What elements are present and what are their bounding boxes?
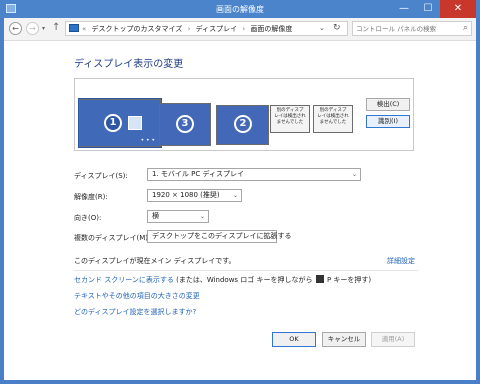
page-title: ディスプレイ表示の変更 <box>74 59 184 70</box>
text-size-link[interactable]: テキストやその他の項目の大きさの変更 <box>74 291 200 301</box>
which-settings-link[interactable]: どのディスプレイ設定を選択しますか? <box>74 307 196 317</box>
cancel-button[interactable]: キャンセル <box>322 332 366 347</box>
ok-button[interactable]: OK <box>272 332 316 347</box>
display-value: 1. モバイル PC ディスプレイ <box>152 170 244 178</box>
chevron-down-icon: ⌄ <box>232 192 238 199</box>
project-hint-prefix: (または、Windows ロゴ キーを押しながら <box>173 276 315 284</box>
undetected-monitor[interactable]: 別のディスプ レイは検出され ませんでした <box>313 105 353 133</box>
back-button[interactable]: ← <box>9 22 22 35</box>
project-hint-suffix: P キーを押す) <box>324 276 372 284</box>
monitor-number: 1 <box>104 114 122 132</box>
search-input[interactable] <box>356 23 456 34</box>
monitor-1[interactable]: 1 • • • <box>78 98 162 148</box>
breadcrumb-personalization[interactable]: デスクトップのカスタマイズ <box>92 25 183 33</box>
client-area: ← → ▾ ↑ « デスクトップのカスタマイズ › ディスプレイ › 画面の解像… <box>4 18 476 380</box>
monitor-arrangement: 1 • • • 3 2 別のディスプ レイは検出され ませんでした 別のディスプ… <box>74 78 414 151</box>
orientation-select[interactable]: 横 ⌄ <box>147 210 209 223</box>
title-bar: 画面の解像度 — ☐ ✕ <box>0 0 480 18</box>
search-icon[interactable]: ⌕ <box>463 23 468 33</box>
windows-logo-icon <box>315 275 324 283</box>
chevron-down-icon: ⌄ <box>199 213 205 220</box>
breadcrumb-display[interactable]: ディスプレイ <box>196 25 238 33</box>
project-line: セカンド スクリーンに表示する (または、Windows ロゴ キーを押しながら… <box>74 275 371 285</box>
orientation-value: 横 <box>152 212 159 220</box>
display-select[interactable]: 1. モバイル PC ディスプレイ ⌄ <box>147 168 361 181</box>
minimize-button[interactable]: — <box>392 0 416 18</box>
undetected-monitor[interactable]: 別のディスプ レイは検出され ませんでした <box>270 105 310 133</box>
address-dropdown-icon[interactable]: ⌄ <box>319 24 325 32</box>
breadcrumb-separator: › <box>187 25 191 33</box>
monitor-number: 3 <box>176 115 194 133</box>
breadcrumb-separator: › <box>242 25 246 33</box>
breadcrumb: « デスクトップのカスタマイズ › ディスプレイ › 画面の解像度 <box>82 24 295 34</box>
up-button[interactable]: ↑ <box>52 22 60 33</box>
monitor-number: 2 <box>234 115 252 133</box>
orientation-label: 向き(O): <box>74 214 102 222</box>
search-box: ⌕ <box>352 21 472 36</box>
chevron-down-icon: ⌄ <box>267 233 273 240</box>
navigation-bar: ← → ▾ ↑ « デスクトップのカスタマイズ › ディスプレイ › 画面の解像… <box>4 18 476 41</box>
breadcrumb-overflow[interactable]: « <box>82 25 86 33</box>
monitor-2[interactable]: 2 <box>216 105 269 145</box>
multiple-displays-label: 複数のディスプレイ(M): <box>74 234 151 242</box>
chevron-down-icon: ⌄ <box>351 171 357 178</box>
resolution-label: 解像度(R): <box>74 193 108 201</box>
resolution-select[interactable]: 1920 × 1080 (推奨) ⌄ <box>147 189 242 202</box>
second-screen-link[interactable]: セカンド スクリーンに表示する <box>74 276 174 284</box>
maximize-button[interactable]: ☐ <box>416 0 440 18</box>
apply-button[interactable]: 適用(A) <box>371 332 415 347</box>
multiple-displays-select[interactable]: デスクトップをこのディスプレイに拡張する ⌄ <box>147 230 292 243</box>
identify-button[interactable]: 識別(I) <box>366 115 410 128</box>
advanced-settings-link[interactable]: 詳細設定 <box>387 256 415 266</box>
control-panel-icon <box>69 24 79 32</box>
refresh-icon[interactable]: ↻ <box>333 23 341 33</box>
detect-button[interactable]: 検出(C) <box>366 98 410 111</box>
mobile-pc-icon <box>128 116 142 130</box>
monitor-dots: • • • <box>140 137 155 144</box>
close-button[interactable]: ✕ <box>440 0 476 18</box>
forward-button[interactable]: → <box>26 22 39 35</box>
monitor-3[interactable]: 3 <box>159 103 211 146</box>
breadcrumb-screen-resolution[interactable]: 画面の解像度 <box>250 25 292 33</box>
window: 画面の解像度 — ☐ ✕ ← → ▾ ↑ « デスクトップのカスタマイズ › デ… <box>0 0 480 384</box>
display-label: ディスプレイ(S): <box>74 172 128 180</box>
resolution-value: 1920 × 1080 (推奨) <box>152 191 220 199</box>
divider <box>74 270 418 271</box>
recent-locations-dropdown[interactable]: ▾ <box>42 25 45 32</box>
address-bar[interactable]: « デスクトップのカスタマイズ › ディスプレイ › 画面の解像度 ⌄ ↻ <box>65 21 348 36</box>
main-display-status: このディスプレイが現在メイン ディスプレイです。 <box>74 257 236 265</box>
